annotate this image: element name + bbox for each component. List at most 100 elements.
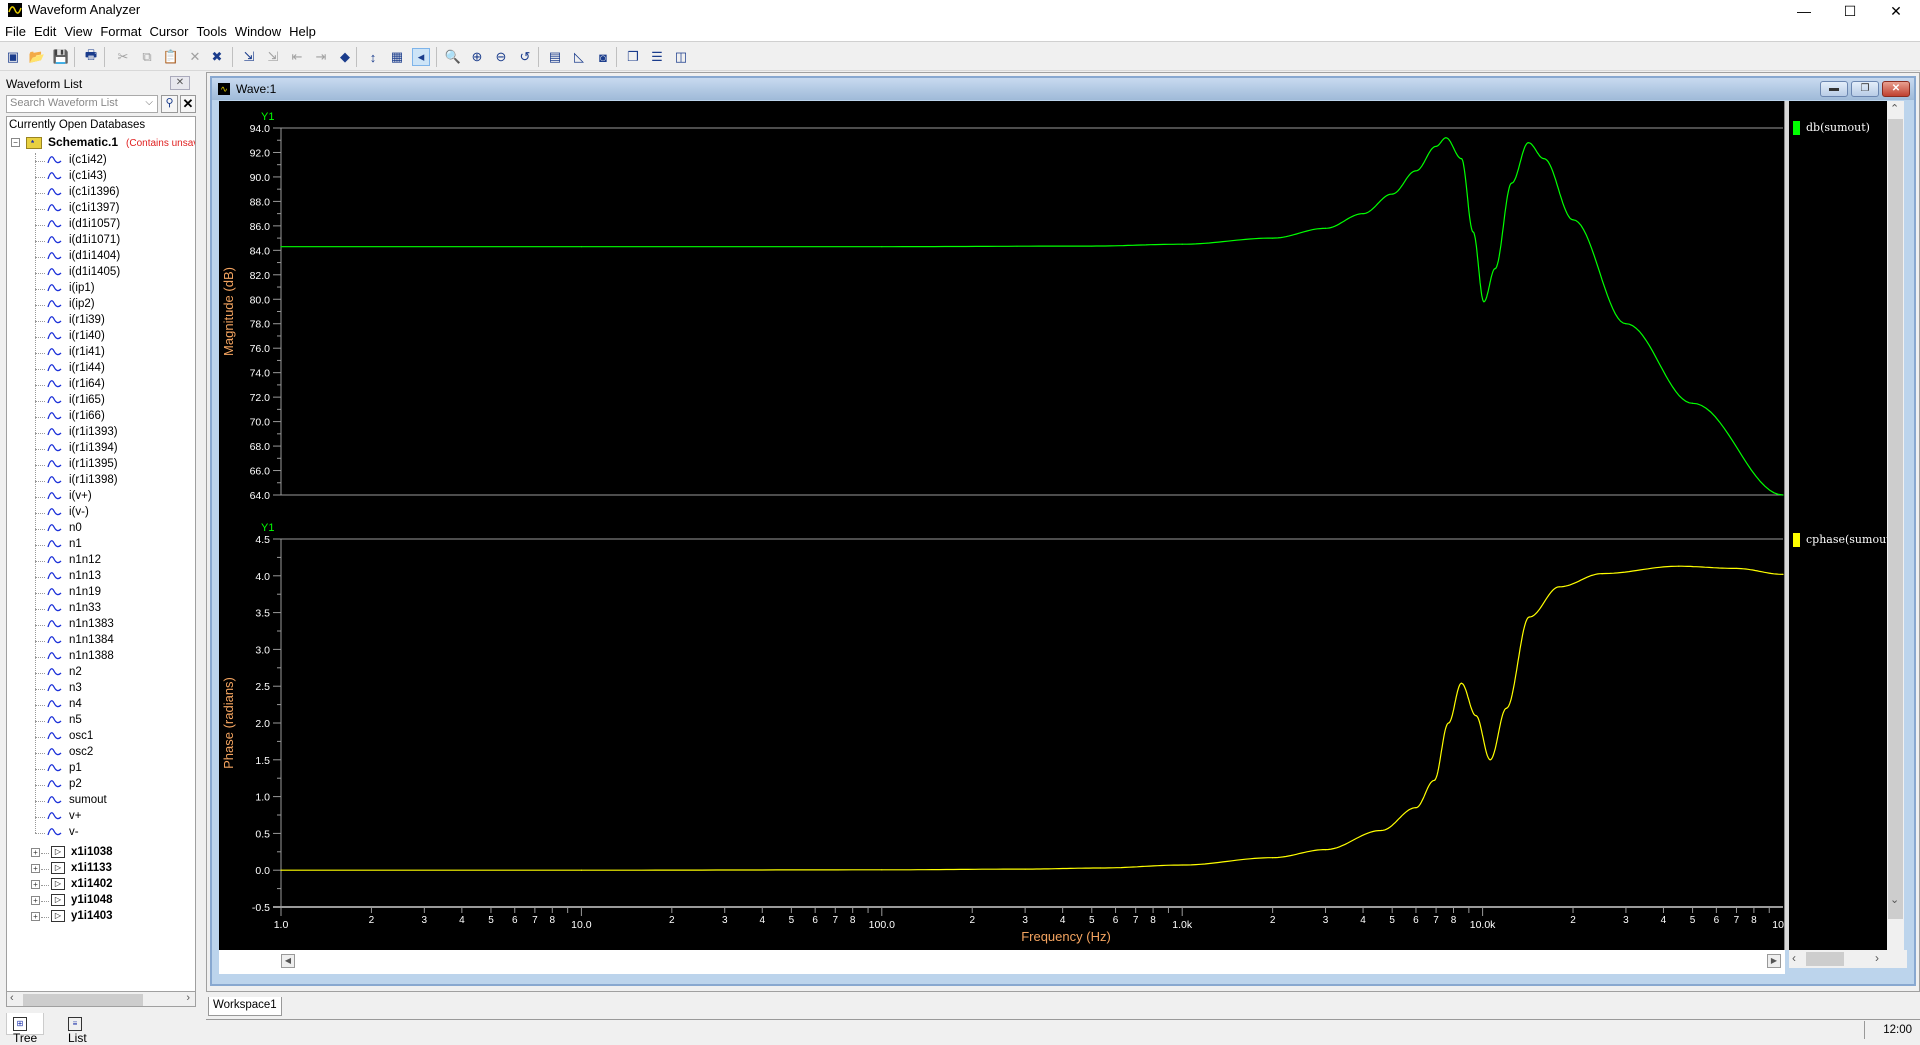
tab-workspace1[interactable]: Workspace1 xyxy=(208,997,282,1016)
scroll-thumb[interactable] xyxy=(1806,952,1844,966)
minimize-button[interactable]: — xyxy=(1781,0,1827,22)
signal-item[interactable]: i(d1i1405) xyxy=(7,265,195,281)
new-window-icon[interactable]: ▣ xyxy=(4,48,22,66)
maximize-button[interactable]: ☐ xyxy=(1827,0,1873,22)
move-waveform-left-icon[interactable]: ⇤ xyxy=(288,48,306,66)
zoom-out-icon[interactable]: ⊖ xyxy=(492,48,510,66)
tile-vertical-icon[interactable]: ◫ xyxy=(672,48,690,66)
signal-item[interactable]: sumout xyxy=(7,793,195,809)
tile-horizontal-icon[interactable]: ☰ xyxy=(648,48,666,66)
subcircuit-item[interactable]: + ▷ x1i1133 xyxy=(7,861,195,877)
chevron-down-icon[interactable]: ⌵ xyxy=(145,97,153,108)
signal-item[interactable]: i(c1i1397) xyxy=(7,201,195,217)
menu-edit[interactable]: Edit xyxy=(30,22,60,39)
expand-icon[interactable]: + xyxy=(31,896,40,905)
stretch-icon[interactable]: ↕ xyxy=(364,48,382,66)
signal-item[interactable]: n5 xyxy=(7,713,195,729)
signal-item[interactable]: i(c1i42) xyxy=(7,153,195,169)
signal-item[interactable]: i(r1i1398) xyxy=(7,473,195,489)
signal-item[interactable]: v- xyxy=(7,825,195,841)
subcircuit-item[interactable]: + ▷ x1i1038 xyxy=(7,845,195,861)
scroll-down-icon[interactable]: ⌄ xyxy=(1890,893,1899,906)
signal-item[interactable]: i(v+) xyxy=(7,489,195,505)
delete-icon[interactable]: ✕ xyxy=(186,48,204,66)
wave-minimize-button[interactable]: ▬ xyxy=(1820,81,1848,97)
signal-item[interactable]: i(c1i43) xyxy=(7,169,195,185)
signal-item[interactable]: n2 xyxy=(7,665,195,681)
signal-item[interactable]: i(r1i64) xyxy=(7,377,195,393)
menu-window[interactable]: Window xyxy=(231,22,285,39)
signal-item[interactable]: i(ip1) xyxy=(7,281,195,297)
delete-waveform-icon[interactable]: ✖ xyxy=(208,48,226,66)
signal-item[interactable]: i(c1i1396) xyxy=(7,185,195,201)
expand-icon[interactable]: + xyxy=(31,864,40,873)
menu-view[interactable]: View xyxy=(60,22,96,39)
signal-item[interactable]: i(r1i39) xyxy=(7,313,195,329)
save-icon[interactable]: 💾 xyxy=(52,48,70,66)
signal-item[interactable]: i(d1i1404) xyxy=(7,249,195,265)
signal-item[interactable]: n1n12 xyxy=(7,553,195,569)
signal-item[interactable]: i(ip2) xyxy=(7,297,195,313)
signal-item[interactable]: v+ xyxy=(7,809,195,825)
signal-item[interactable]: n1n1384 xyxy=(7,633,195,649)
cursor-mode-icon[interactable]: ◂ xyxy=(412,48,430,66)
menu-file[interactable]: File xyxy=(0,22,30,39)
legend-item-phase[interactable]: cphase(sumout) xyxy=(1793,533,1895,547)
scroll-thumb[interactable] xyxy=(1888,119,1903,919)
add-waveform-icon[interactable]: ⇲ xyxy=(240,48,258,66)
plot-area[interactable]: Y1 94.0 92.0 90.0 88.0 86.0 84.0 82.0 80.0 78.0 76… xyxy=(219,101,1790,950)
signal-item[interactable]: n1 xyxy=(7,537,195,553)
paste-icon[interactable]: 📋 xyxy=(162,48,180,66)
signal-item[interactable]: p2 xyxy=(7,777,195,793)
tab-tree[interactable]: ⊞Tree xyxy=(6,1013,45,1045)
signal-item[interactable]: i(r1i1395) xyxy=(7,457,195,473)
signal-item[interactable]: i(r1i1394) xyxy=(7,441,195,457)
scroll-right-icon[interactable]: › xyxy=(186,992,190,1004)
calculator-icon[interactable]: ▤ xyxy=(546,48,564,66)
signal-item[interactable]: i(d1i1057) xyxy=(7,217,195,233)
signal-item[interactable]: i(r1i1393) xyxy=(7,425,195,441)
print-icon[interactable]: 🖶 xyxy=(82,47,100,66)
panel-close-button[interactable]: ✕ xyxy=(170,76,190,90)
menu-tools[interactable]: Tools xyxy=(193,22,231,39)
signal-item[interactable]: n1n33 xyxy=(7,601,195,617)
signal-item[interactable]: i(v-) xyxy=(7,505,195,521)
menu-help[interactable]: Help xyxy=(285,22,320,39)
signal-item[interactable]: osc2 xyxy=(7,745,195,761)
remove-waveform-icon[interactable]: ⇲ xyxy=(264,48,282,66)
xy-plot-icon[interactable]: ◆ xyxy=(336,48,354,66)
open-icon[interactable]: 📂 xyxy=(28,48,46,66)
cut-icon[interactable]: ✂ xyxy=(114,48,132,66)
signal-item[interactable]: i(r1i65) xyxy=(7,393,195,409)
legend-vertical-scrollbar[interactable]: ⌃ ⌄ xyxy=(1887,101,1904,950)
tree-horizontal-scrollbar[interactable]: ‹ › xyxy=(6,991,196,1007)
cascade-icon[interactable]: ❐ xyxy=(624,48,642,66)
scroll-up-icon[interactable]: ⌃ xyxy=(1890,102,1899,115)
search-input[interactable]: Search Waveform List ⌵ xyxy=(6,95,158,113)
signal-item[interactable]: i(r1i41) xyxy=(7,345,195,361)
signal-item[interactable]: i(r1i44) xyxy=(7,361,195,377)
scroll-left-icon[interactable]: ‹ xyxy=(1792,951,1796,965)
menu-format[interactable]: Format xyxy=(96,22,145,39)
plot-svg[interactable]: Y194.092.090.088.086.084.082.080.078.076… xyxy=(219,101,1790,950)
subcircuit-item[interactable]: + ▷ y1i1403 xyxy=(7,909,195,925)
wave-restore-button[interactable]: ❐ xyxy=(1851,81,1879,97)
grid-icon[interactable]: ▦ xyxy=(388,48,406,66)
clear-search-button[interactable]: ✕ xyxy=(180,95,196,113)
scroll-left-icon[interactable]: ◀ xyxy=(281,954,295,968)
scroll-thumb[interactable] xyxy=(23,994,143,1006)
signal-item[interactable]: i(d1i1071) xyxy=(7,233,195,249)
signal-item[interactable]: n3 xyxy=(7,681,195,697)
signal-item[interactable]: i(r1i66) xyxy=(7,409,195,425)
subcircuit-item[interactable]: + ▷ x1i1402 xyxy=(7,877,195,893)
signal-item[interactable]: p1 xyxy=(7,761,195,777)
wave-close-button[interactable]: ✕ xyxy=(1882,81,1910,97)
signal-item[interactable]: osc1 xyxy=(7,729,195,745)
legend-item-magnitude[interactable]: db(sumout) xyxy=(1793,121,1870,135)
copy-icon[interactable]: ⧉ xyxy=(138,48,156,66)
subcircuit-item[interactable]: + ▷ y1i1048 xyxy=(7,893,195,909)
menu-cursor[interactable]: Cursor xyxy=(145,22,192,39)
scroll-left-icon[interactable]: ‹ xyxy=(10,992,14,1004)
signal-item[interactable]: n1n1383 xyxy=(7,617,195,633)
signal-item[interactable]: n1n13 xyxy=(7,569,195,585)
